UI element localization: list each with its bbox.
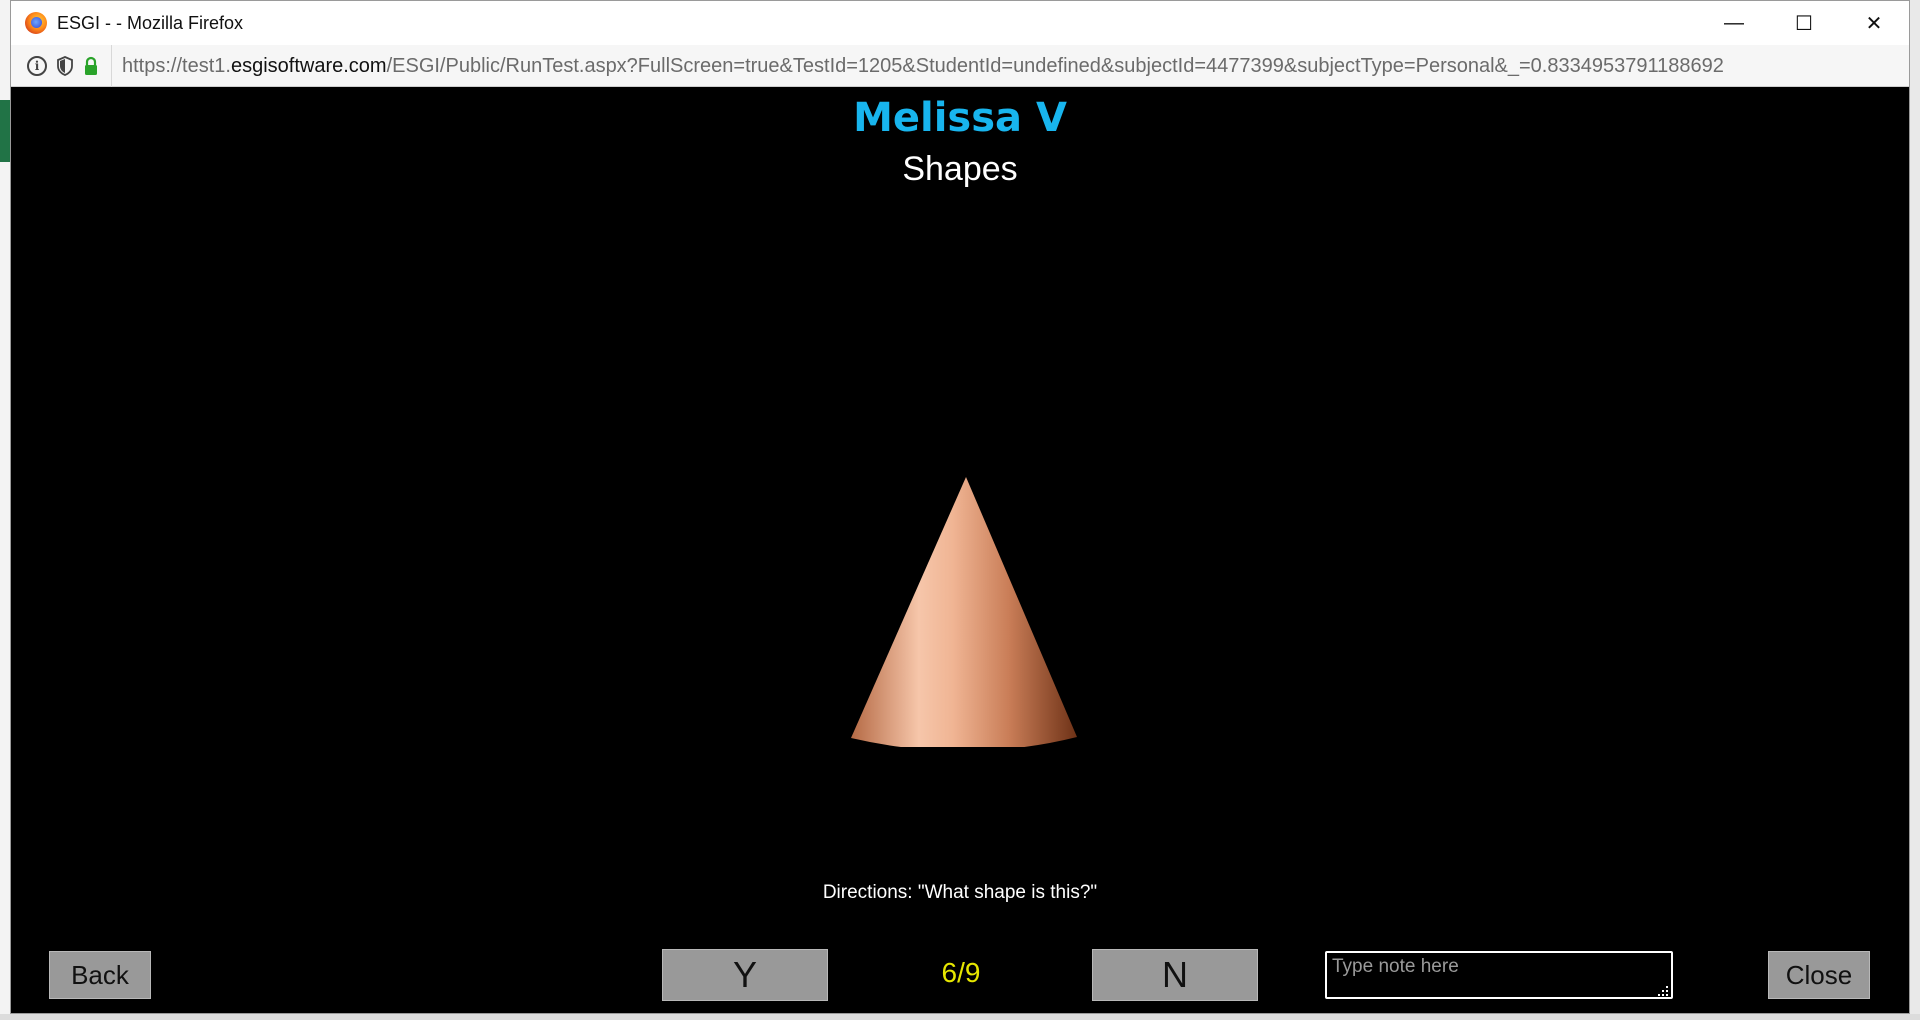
desktop-app-strip <box>0 100 10 162</box>
address-bar: i https://test1.esgisoftware.com/ESGI/Pu… <box>11 44 1909 87</box>
question-progress: 6/9 <box>941 957 981 988</box>
no-button[interactable]: N <box>1092 949 1258 1001</box>
desktop-right-edge <box>1910 0 1920 1020</box>
desktop-left-edge <box>0 0 10 1020</box>
close-window-button[interactable]: ✕ <box>1839 1 1909 45</box>
desktop-bottom-edge <box>0 1014 1920 1020</box>
url-icons: i <box>27 55 99 76</box>
note-field[interactable] <box>1325 951 1673 999</box>
close-button[interactable]: Close <box>1768 951 1870 999</box>
url-prefix: https://test1. <box>122 54 231 77</box>
minimize-button[interactable]: — <box>1699 1 1769 45</box>
window-controls: — ☐ ✕ <box>1699 1 1909 45</box>
resize-grip-icon[interactable] <box>1657 985 1669 997</box>
yes-button[interactable]: Y <box>662 949 828 1001</box>
url-domain: esgisoftware.com <box>230 54 387 77</box>
maximize-button[interactable]: ☐ <box>1769 1 1839 45</box>
lock-icon[interactable] <box>83 56 99 76</box>
firefox-logo-icon <box>25 12 47 34</box>
url-path: /ESGI/Public/RunTest.aspx?FullScreen=tru… <box>386 54 1724 77</box>
url-field[interactable]: https://test1.esgisoftware.com/ESGI/Publ… <box>111 44 1909 87</box>
shield-icon[interactable] <box>57 55 73 76</box>
directions-text: Directions: "What shape is this?" <box>822 882 1098 903</box>
student-name: Melissa V <box>853 95 1067 141</box>
subject-title: Shapes <box>902 150 1018 188</box>
info-icon[interactable]: i <box>27 55 47 76</box>
test-content: Melissa V Shapes Directions: "What shape… <box>11 87 1909 1013</box>
cone-icon <box>851 477 1077 747</box>
browser-window: ESGI - - Mozilla Firefox — ☐ ✕ i https:/… <box>10 0 1910 1014</box>
back-button[interactable]: Back <box>49 951 151 999</box>
window-title: ESGI - - Mozilla Firefox <box>57 12 244 33</box>
title-bar: ESGI - - Mozilla Firefox — ☐ ✕ <box>11 1 1909 45</box>
